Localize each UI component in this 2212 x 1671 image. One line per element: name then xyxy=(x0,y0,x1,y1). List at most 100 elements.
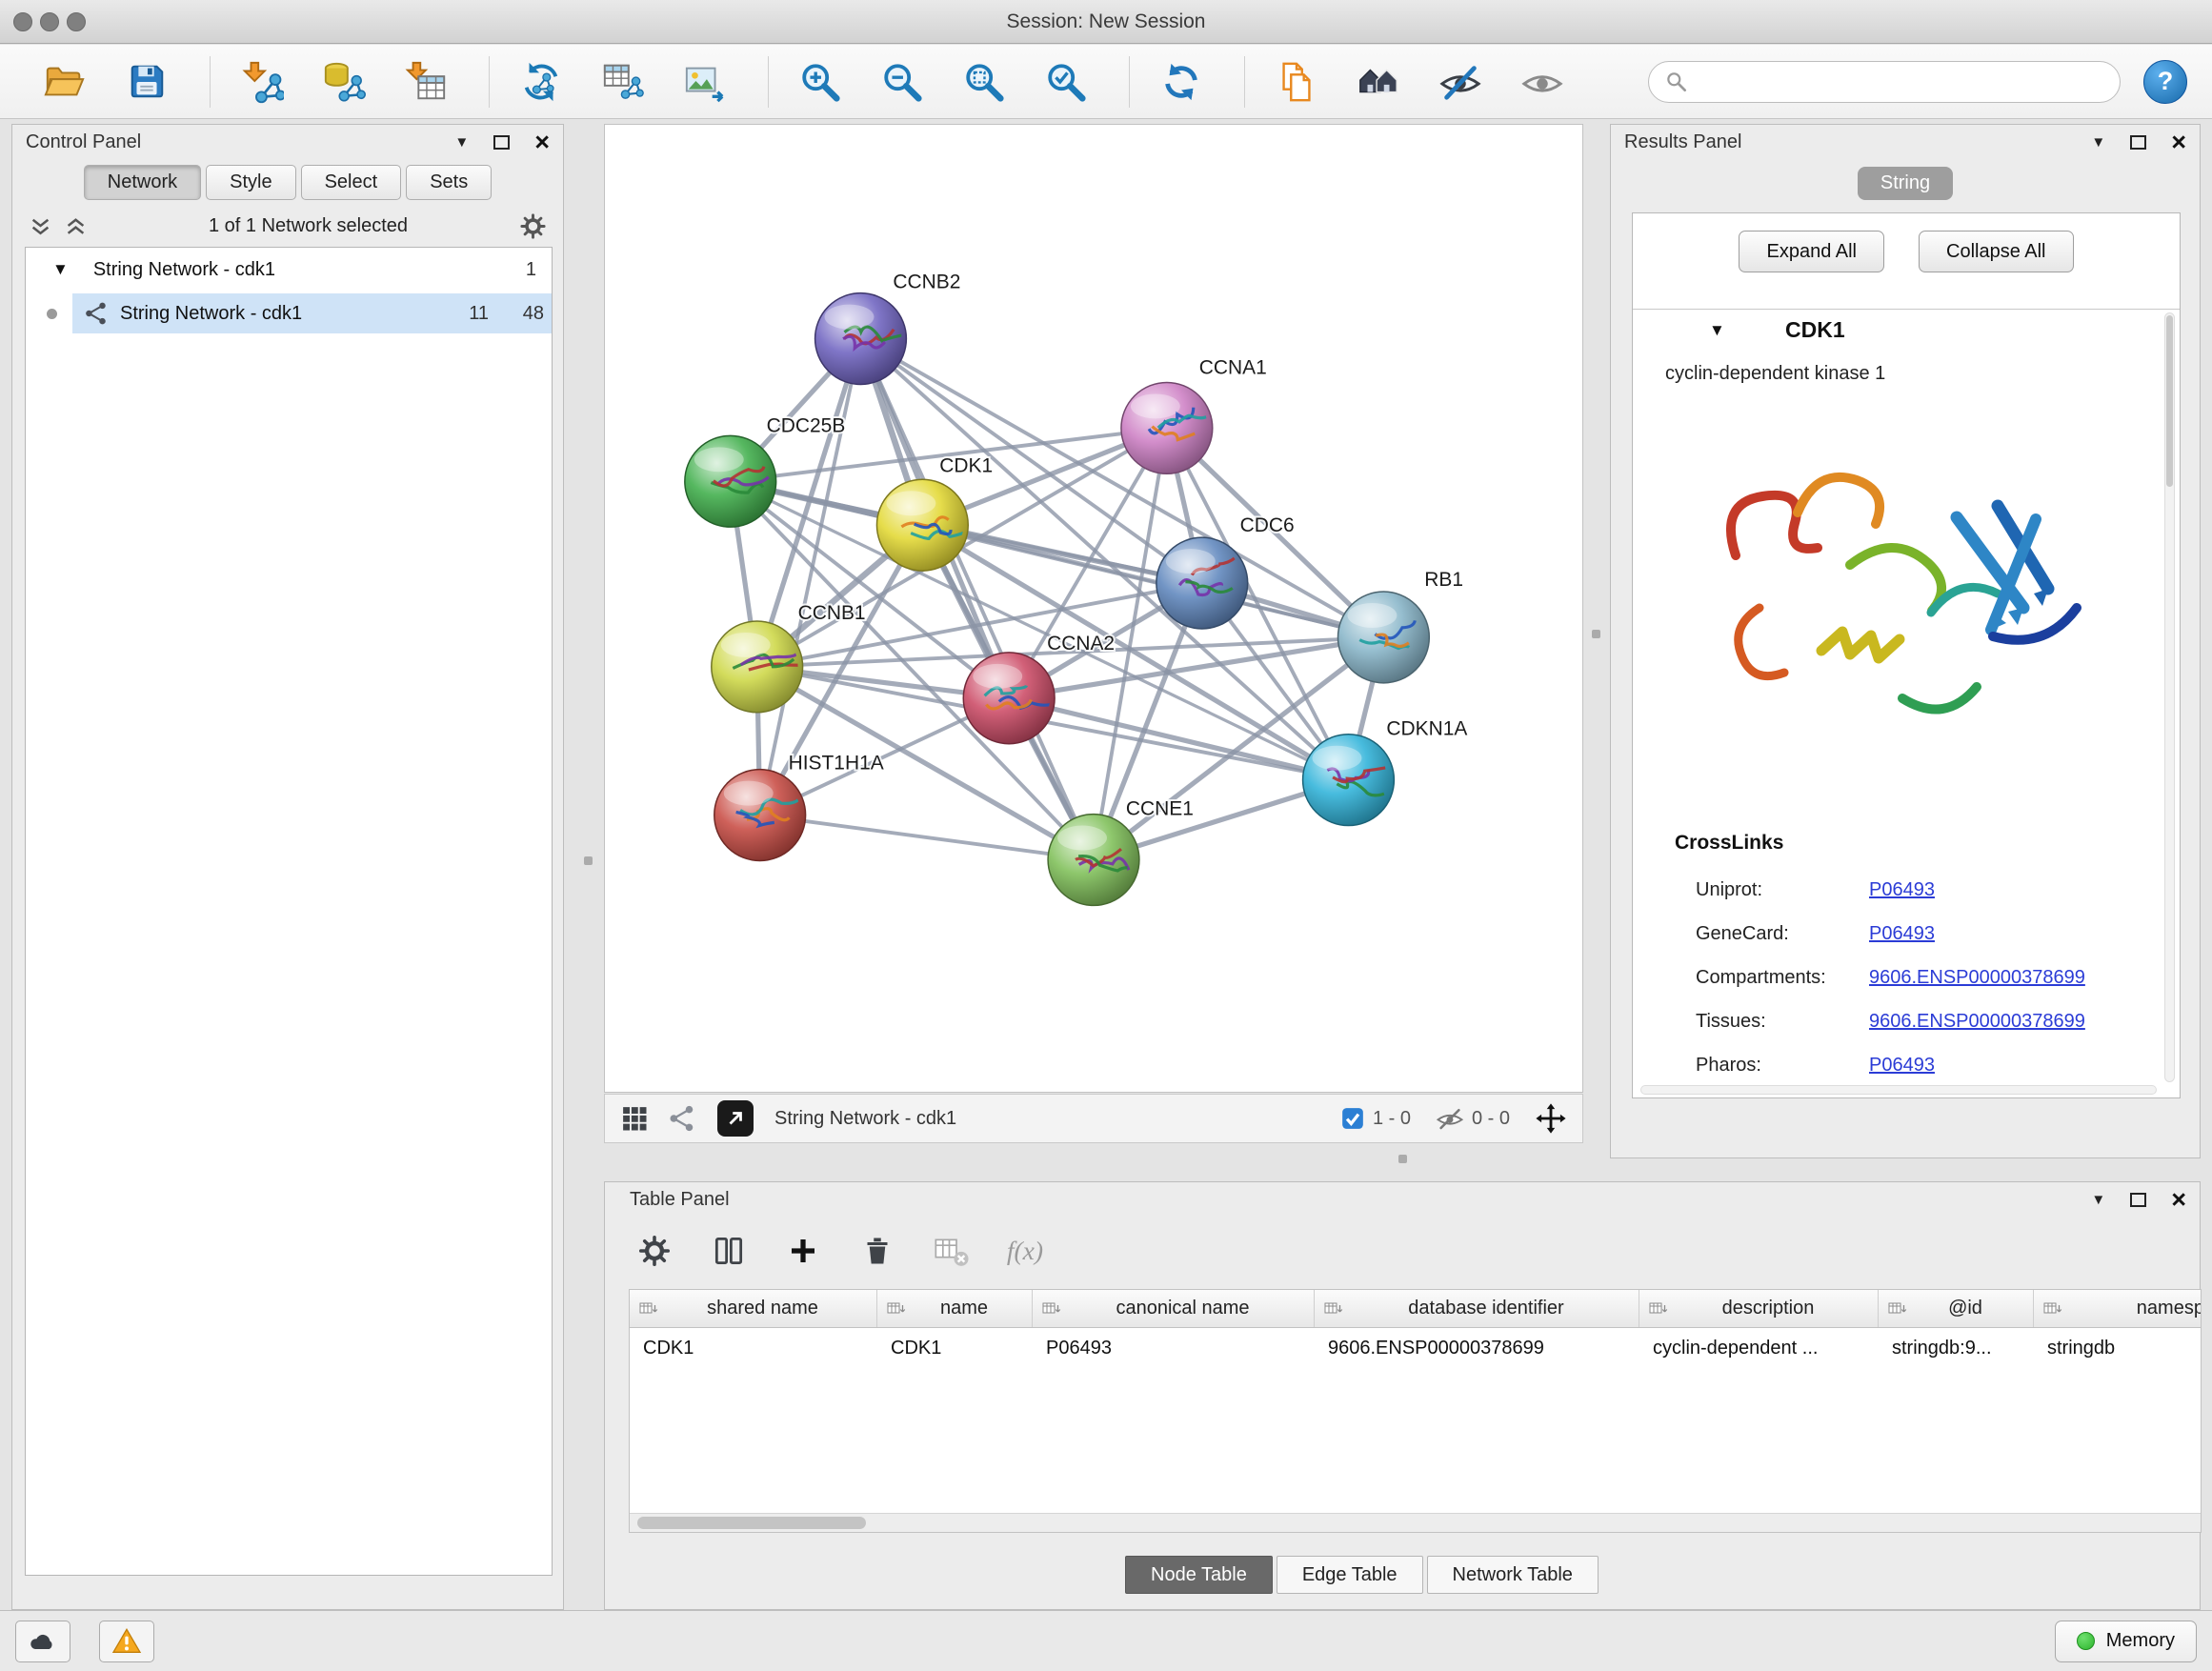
tab-node-table[interactable]: Node Table xyxy=(1125,1556,1273,1594)
gear-icon[interactable] xyxy=(518,211,548,241)
import-network-file-button[interactable] xyxy=(235,55,289,109)
table-cell[interactable]: stringdb:9... xyxy=(1879,1328,2034,1368)
cloud-status-button[interactable] xyxy=(15,1621,70,1662)
window-zoom-button[interactable] xyxy=(67,12,86,31)
column-header-shared-name[interactable]: shared name xyxy=(630,1290,877,1327)
window-minimize-button[interactable] xyxy=(40,12,59,31)
network-node-CDKN1A[interactable] xyxy=(1303,735,1395,826)
tab-style[interactable]: Style xyxy=(206,165,295,200)
network-canvas[interactable]: CCNB2CCNA1CDC25BCDK1CDC6RB1CCNB1CCNA2CDK… xyxy=(604,124,1583,1093)
network-collection-row[interactable]: ▼ String Network - cdk1 1 xyxy=(26,248,552,292)
show-details-button[interactable] xyxy=(1516,55,1569,109)
pan-mode-icon[interactable] xyxy=(1535,1102,1567,1135)
panel-close-icon[interactable]: × xyxy=(2171,132,2186,151)
hidden-eye-icon[interactable] xyxy=(1436,1104,1464,1133)
splitter-handle[interactable] xyxy=(1592,630,1600,638)
table-cell[interactable]: CDK1 xyxy=(877,1328,1033,1368)
export-image-button[interactable] xyxy=(678,55,732,109)
network-edge[interactable] xyxy=(760,815,1094,860)
network-node-CCNA2[interactable] xyxy=(963,653,1055,744)
table-cell[interactable]: P06493 xyxy=(1033,1328,1315,1368)
crosslink-link[interactable]: 9606.ENSP00000378699 xyxy=(1869,1011,2085,1033)
reload-network-button[interactable] xyxy=(514,55,568,109)
network-node-RB1[interactable] xyxy=(1337,592,1429,683)
network-overview-icon[interactable] xyxy=(668,1104,696,1133)
crosslink-link[interactable]: P06493 xyxy=(1869,923,1935,945)
protein-section-header[interactable]: ▼ CDK1 xyxy=(1633,310,2180,357)
network-row-selection[interactable]: String Network - cdk1 11 48 xyxy=(72,293,552,333)
column-header--id[interactable]: @id xyxy=(1879,1290,2034,1327)
search-field[interactable] xyxy=(1648,61,2121,103)
table-cell[interactable]: CDK1 xyxy=(630,1328,877,1368)
network-node-CDC25B[interactable] xyxy=(685,435,776,527)
panel-menu-icon[interactable]: ▼ xyxy=(2091,134,2105,151)
tab-select[interactable]: Select xyxy=(301,165,402,200)
splitter-handle[interactable] xyxy=(1398,1155,1407,1163)
disclosure-triangle-icon[interactable]: ▼ xyxy=(52,260,69,279)
zoom-out-button[interactable] xyxy=(875,55,929,109)
compare-sessions-button[interactable] xyxy=(1270,55,1323,109)
network-node-CCNE1[interactable] xyxy=(1048,815,1139,906)
network-edge[interactable] xyxy=(760,339,861,815)
tab-network[interactable]: Network xyxy=(84,165,201,200)
collapse-all-button[interactable]: Collapse All xyxy=(1919,231,2074,272)
expand-all-button[interactable]: Expand All xyxy=(1739,231,1884,272)
table-horizontal-scrollbar[interactable] xyxy=(630,1513,2201,1532)
column-header-description[interactable]: description xyxy=(1639,1290,1879,1327)
function-builder-icon[interactable]: f(x) xyxy=(1005,1230,1047,1272)
import-table-button[interactable] xyxy=(399,55,452,109)
grid-view-icon[interactable] xyxy=(620,1104,649,1133)
show-columns-icon[interactable] xyxy=(708,1230,750,1272)
zoom-in-button[interactable] xyxy=(794,55,847,109)
refresh-button[interactable] xyxy=(1155,55,1208,109)
add-column-icon[interactable] xyxy=(782,1230,824,1272)
network-from-table-button[interactable] xyxy=(596,55,650,109)
disclosure-triangle-icon[interactable]: ▼ xyxy=(1709,321,1725,340)
panel-float-icon[interactable] xyxy=(2130,135,2146,150)
save-session-button[interactable] xyxy=(120,55,173,109)
selected-checkbox-icon[interactable] xyxy=(1340,1106,1365,1131)
zoom-fit-button[interactable] xyxy=(957,55,1011,109)
table-settings-icon[interactable] xyxy=(633,1230,675,1272)
network-svg[interactable]: CCNB2CCNA1CDC25BCDK1CDC6RB1CCNB1CCNA2CDK… xyxy=(605,125,1582,1092)
column-header-database-identifier[interactable]: database identifier xyxy=(1315,1290,1639,1327)
window-close-button[interactable] xyxy=(13,12,32,31)
crosslink-link[interactable]: P06493 xyxy=(1869,879,1935,901)
column-header-canonical-name[interactable]: canonical name xyxy=(1033,1290,1315,1327)
network-node-CCNA1[interactable] xyxy=(1121,382,1213,473)
collapse-all-networks-icon[interactable] xyxy=(28,213,53,239)
memory-button[interactable]: Memory xyxy=(2055,1621,2197,1662)
results-vertical-scrollbar[interactable] xyxy=(2164,312,2175,1082)
panel-menu-icon[interactable]: ▼ xyxy=(454,134,469,151)
panel-close-icon[interactable]: × xyxy=(534,132,550,151)
crosslink-link[interactable]: P06493 xyxy=(1869,1055,1935,1077)
network-row[interactable]: String Network - cdk1 11 48 xyxy=(26,292,552,335)
zoom-selected-button[interactable] xyxy=(1039,55,1093,109)
import-network-database-button[interactable] xyxy=(317,55,371,109)
delete-column-icon[interactable] xyxy=(856,1230,898,1272)
delete-table-icon[interactable] xyxy=(931,1230,973,1272)
network-node-CDC6[interactable] xyxy=(1156,537,1248,629)
table-cell[interactable]: 9606.ENSP00000378699 xyxy=(1315,1328,1639,1368)
column-header-namespace[interactable]: namespace xyxy=(2034,1290,2202,1327)
expand-all-networks-icon[interactable] xyxy=(63,213,89,239)
birdseye-view-button[interactable] xyxy=(717,1100,754,1137)
panel-close-icon[interactable]: × xyxy=(2171,1190,2186,1209)
home-button[interactable] xyxy=(1352,55,1405,109)
tab-string[interactable]: String xyxy=(1858,167,1953,200)
table-row[interactable]: CDK1CDK1P064939606.ENSP00000378699cyclin… xyxy=(630,1328,2201,1368)
panel-menu-icon[interactable]: ▼ xyxy=(2091,1192,2105,1208)
results-horizontal-scrollbar[interactable] xyxy=(1640,1085,2157,1095)
warnings-button[interactable] xyxy=(99,1621,154,1662)
column-header-name[interactable]: name xyxy=(877,1290,1033,1327)
tab-sets[interactable]: Sets xyxy=(406,165,492,200)
open-session-button[interactable] xyxy=(38,55,91,109)
hide-details-button[interactable] xyxy=(1434,55,1487,109)
table-cell[interactable]: cyclin-dependent ... xyxy=(1639,1328,1879,1368)
search-input[interactable] xyxy=(1699,70,2104,92)
splitter-handle[interactable] xyxy=(584,856,593,865)
tab-edge-table[interactable]: Edge Table xyxy=(1277,1556,1423,1594)
table-cell[interactable]: stringdb xyxy=(2034,1328,2202,1368)
network-node-HIST1H1A[interactable] xyxy=(714,770,806,861)
tab-network-table[interactable]: Network Table xyxy=(1427,1556,1599,1594)
